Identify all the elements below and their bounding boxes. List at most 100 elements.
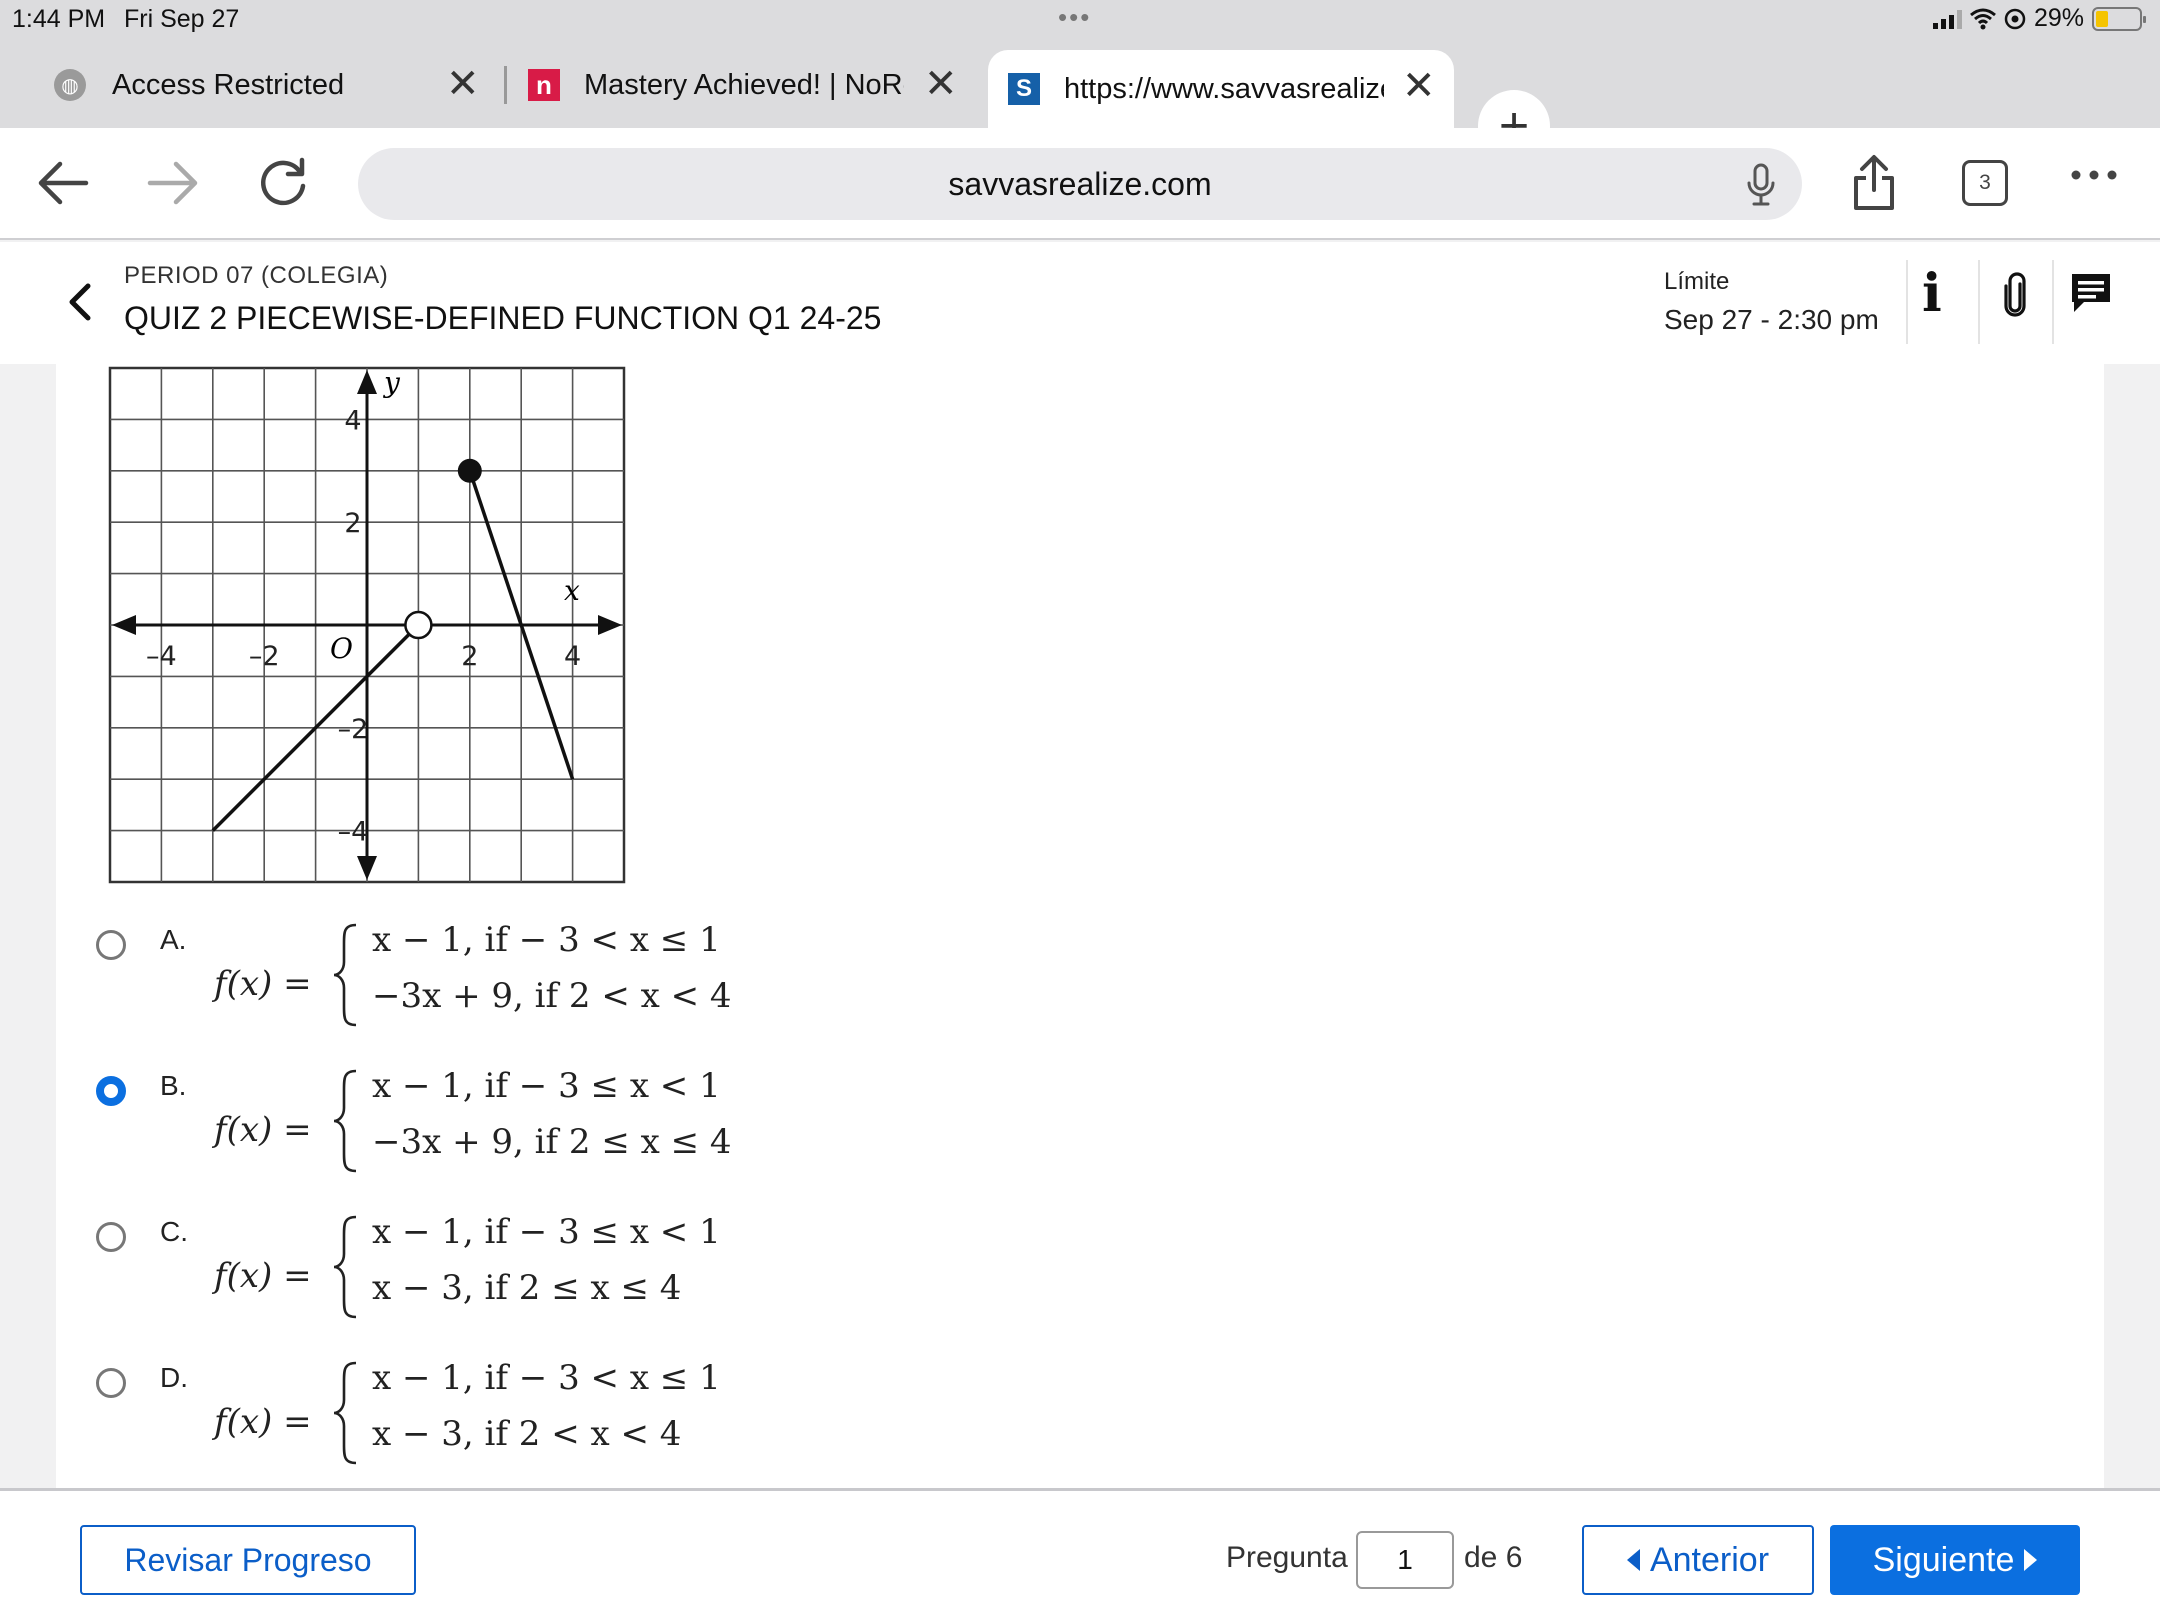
status-date: Fri Sep 27 (124, 5, 240, 33)
caret-left-icon (1626, 1549, 1640, 1571)
brace-icon (333, 1069, 357, 1173)
brace-icon (333, 1215, 357, 1319)
question-number-input[interactable] (1356, 1531, 1454, 1589)
multitask-dots-icon[interactable]: ••• (1058, 2, 1091, 33)
tab-strip: ◍ Access Restricted ✕ n Mastery Achieved… (0, 42, 2160, 162)
y-tick-label: –2 (338, 714, 369, 745)
url-text: savvasrealize.com (948, 166, 1212, 202)
savvas-icon: S (1008, 73, 1040, 105)
next-label: Siguiente (1872, 1540, 2015, 1579)
case-2: x − 3, if 2 ≤ x ≤ 4 (372, 1268, 682, 1308)
tab-title: Mastery Achieved! | NoRedInk (584, 68, 904, 101)
url-bar[interactable]: savvasrealize.com (358, 148, 1802, 220)
forward-arrow-icon[interactable] (146, 158, 200, 208)
function-graph: x y O –4 –2 2 4 4 2 –2 –4 (108, 366, 626, 884)
x-tick-label: 4 (564, 641, 581, 672)
back-arrow-icon[interactable] (36, 158, 90, 208)
radio-a[interactable] (96, 930, 126, 960)
x-axis-label: x (564, 574, 580, 607)
previous-button[interactable]: Anterior (1582, 1525, 1814, 1595)
deadline-label: Límite (1664, 268, 1730, 295)
close-tab-icon[interactable]: ✕ (446, 64, 480, 104)
status-bar: 1:44 PM Fri Sep 27 ••• 29% (0, 0, 2160, 42)
question-label: Pregunta (1226, 1541, 1348, 1574)
back-chevron-icon[interactable] (66, 282, 94, 327)
y-tick-label: –4 (338, 817, 369, 848)
header-divider (1978, 260, 1980, 344)
choice-letter: A. (160, 924, 187, 955)
status-right: 29% (1932, 4, 2146, 33)
header-divider (2052, 260, 2054, 344)
function-name: f(x) = (214, 1402, 312, 1442)
wifi-icon (1969, 8, 1996, 29)
cellular-signal-icon (1932, 9, 1962, 29)
function-name: f(x) = (214, 1110, 312, 1150)
review-progress-button[interactable]: Revisar Progreso (80, 1525, 416, 1595)
tab-title: https://www.savvasrealize.com (1064, 72, 1384, 105)
function-name: f(x) = (214, 964, 312, 1004)
question-card: x y O –4 –2 2 4 4 2 –2 –4 A. f(x) = x − 1, if … (56, 364, 2104, 1488)
previous-label: Anterior (1649, 1540, 1770, 1579)
case-1: x − 1, if − 3 < x ≤ 1 (372, 920, 721, 960)
close-tab-icon[interactable]: ✕ (1402, 66, 1436, 106)
x-tick-label: 2 (461, 641, 478, 672)
y-tick-label: 2 (344, 508, 361, 539)
case-1: x − 1, if − 3 ≤ x < 1 (372, 1212, 721, 1252)
microphone-icon[interactable] (1746, 162, 1776, 208)
function-name: f(x) = (214, 1256, 312, 1296)
case-2: −3x + 9, if 2 ≤ x ≤ 4 (372, 1122, 732, 1162)
tab-divider (504, 66, 507, 104)
paperclip-icon[interactable] (2002, 272, 2028, 323)
comment-icon[interactable] (2070, 272, 2112, 319)
radio-d[interactable] (96, 1368, 126, 1398)
origin-label: O (330, 632, 353, 665)
noredink-icon: n (528, 69, 560, 101)
closed-endpoint (457, 458, 482, 483)
radio-c[interactable] (96, 1222, 126, 1252)
case-1: x − 1, if − 3 < x ≤ 1 (372, 1358, 721, 1398)
location-lock-icon (2004, 8, 2026, 29)
quiz-footer: Revisar Progreso Pregunta de 6 Anterior … (0, 1488, 2160, 1620)
header-divider (1906, 260, 1908, 344)
brace-icon (333, 923, 357, 1027)
globe-icon: ◍ (54, 69, 86, 101)
choice-c[interactable]: C. f(x) = x − 1, if − 3 ≤ x < 1 x − 3, i… (96, 1212, 996, 1332)
next-button[interactable]: Siguiente (1830, 1525, 2080, 1595)
more-options-icon[interactable] (2070, 168, 2118, 182)
close-tab-icon[interactable]: ✕ (924, 64, 958, 104)
choice-letter: D. (160, 1362, 188, 1393)
choice-letter: C. (160, 1216, 188, 1247)
y-axis-label: y (382, 366, 401, 399)
x-tick-label: –2 (249, 641, 280, 672)
case-2: x − 3, if 2 < x < 4 (372, 1414, 682, 1454)
brace-icon (333, 1361, 357, 1465)
tab-title: Access Restricted (112, 68, 345, 101)
reload-icon[interactable] (256, 156, 310, 210)
case-2: −3x + 9, if 2 < x < 4 (372, 976, 732, 1016)
course-label: PERIOD 07 (COLEGIA) (124, 262, 389, 289)
y-tick-label: 4 (344, 405, 361, 436)
choice-letter: B. (160, 1070, 187, 1101)
tab-access-restricted[interactable]: ◍ Access Restricted ✕ (40, 48, 500, 122)
battery-icon (2092, 6, 2146, 31)
question-total: de 6 (1464, 1541, 1523, 1574)
tab-mastery-achieved[interactable]: n Mastery Achieved! | NoRedInk ✕ (528, 48, 960, 122)
caret-right-icon (2024, 1549, 2038, 1571)
quiz-header: PERIOD 07 (COLEGIA) QUIZ 2 PIECEWISE-DEF… (0, 242, 2160, 364)
info-icon[interactable]: i (1922, 268, 1942, 320)
tab-count-button[interactable]: 3 (1962, 160, 2008, 206)
case-1: x − 1, if − 3 ≤ x < 1 (372, 1066, 721, 1106)
deadline-date: Sep 27 - 2:30 pm (1664, 304, 1879, 335)
choice-d[interactable]: D. f(x) = x − 1, if − 3 < x ≤ 1 x − 3, i… (96, 1358, 996, 1478)
x-tick-label: –4 (146, 641, 177, 672)
tab-savvas[interactable]: S https://www.savvasrealize.com ✕ (988, 50, 1454, 128)
browser-toolbar: savvasrealize.com 3 (0, 128, 2160, 240)
share-icon[interactable] (1850, 154, 1898, 212)
radio-b[interactable] (96, 1076, 126, 1106)
open-endpoint (404, 610, 433, 640)
page-title: QUIZ 2 PIECEWISE-DEFINED FUNCTION Q1 24-… (124, 300, 882, 336)
status-time: 1:44 PM (12, 5, 106, 33)
choice-a[interactable]: A. f(x) = x − 1, if − 3 < x ≤ 1 −3x + 9,… (96, 920, 996, 1040)
battery-percent: 29% (2033, 4, 2084, 32)
choice-b[interactable]: B. f(x) = x − 1, if − 3 ≤ x < 1 −3x + 9,… (96, 1066, 996, 1186)
